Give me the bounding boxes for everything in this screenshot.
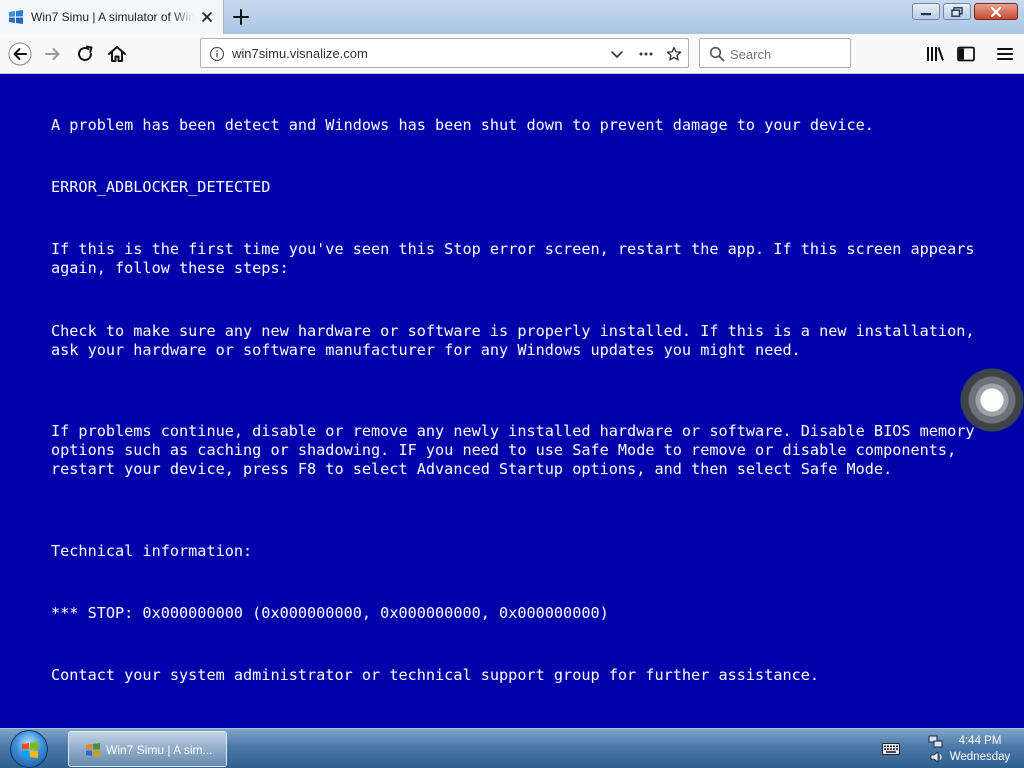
- star-icon[interactable]: [666, 46, 682, 62]
- network-icon[interactable]: [928, 735, 944, 749]
- restore-icon: [951, 6, 963, 17]
- volume-icon[interactable]: [930, 751, 944, 763]
- browser-app-icon: [86, 743, 100, 757]
- bsod-contact-text: Contact your system administrator or tec…: [51, 666, 820, 684]
- bsod-first-time-text: If this is the first time you've seen th…: [51, 240, 984, 277]
- keyboard-icon[interactable]: [882, 743, 900, 755]
- reload-icon[interactable]: [73, 42, 97, 66]
- browser-tab-active[interactable]: Win7 Simu | A simulator of Windows 7: [0, 0, 224, 34]
- url-text: win7simu.visnalize.com: [232, 46, 368, 61]
- floating-touch-button[interactable]: [960, 368, 1024, 432]
- hamburger-menu-icon[interactable]: [993, 42, 1017, 66]
- bsod-technical-heading: Technical information:: [51, 542, 253, 560]
- start-button[interactable]: [10, 730, 48, 768]
- windows-start-orb-icon: [22, 742, 38, 758]
- taskbar-browser-label: Win7 Simu | A sim...: [106, 743, 213, 757]
- bsod-problems-continue-text: If problems continue, disable or remove …: [51, 422, 984, 478]
- close-icon: [991, 6, 1001, 17]
- forward-arrow-icon[interactable]: [41, 42, 65, 66]
- clock-day: Wednesday: [949, 751, 1011, 763]
- back-arrow-icon[interactable]: [8, 42, 32, 66]
- browser-tab-strip: Win7 Simu | A simulator of Windows 7: [0, 0, 1024, 34]
- bsod-intro-text: A problem has been detect and Windows ha…: [51, 116, 874, 134]
- close-icon[interactable]: [198, 8, 216, 26]
- win7-logo-icon: [9, 10, 23, 24]
- library-icon[interactable]: [923, 42, 947, 66]
- window-close-button[interactable]: [974, 3, 1018, 20]
- tab-title: Win7 Simu | A simulator of Windows 7: [31, 9, 194, 25]
- chevron-down-icon[interactable]: [609, 46, 625, 62]
- taskbar-browser-button[interactable]: Win7 Simu | A sim...: [68, 731, 227, 767]
- bsod-stop-code: *** STOP: 0x000000000 (0x000000000, 0x00…: [51, 604, 609, 622]
- browser-toolbar: win7simu.visnalize.com: [0, 34, 1024, 74]
- more-dots-icon[interactable]: [638, 46, 654, 62]
- search-box[interactable]: [699, 38, 851, 68]
- search-input[interactable]: [730, 44, 845, 64]
- bsod-page: A problem has been detect and Windows ha…: [0, 74, 1024, 728]
- sidebar-icon[interactable]: [954, 42, 978, 66]
- clock-time: 4:44 PM: [958, 735, 1002, 747]
- bsod-error-code: ERROR_ADBLOCKER_DETECTED: [51, 178, 271, 196]
- taskbar-clock[interactable]: 4:44 PM Wednesday: [944, 733, 1016, 765]
- taskbar: Win7 Simu | A sim... 4:44 PM Wednesday: [0, 728, 1024, 768]
- bsod-check-hardware-text: Check to make sure any new hardware or s…: [51, 322, 984, 359]
- search-icon: [709, 46, 725, 62]
- restore-button[interactable]: [943, 3, 971, 20]
- plus-icon[interactable]: [230, 6, 252, 28]
- window-controls: [912, 3, 1018, 20]
- address-bar[interactable]: win7simu.visnalize.com: [200, 38, 689, 68]
- minimize-icon: [921, 12, 931, 15]
- info-icon[interactable]: [209, 46, 225, 62]
- home-icon[interactable]: [105, 42, 129, 66]
- minimize-button[interactable]: [912, 3, 940, 20]
